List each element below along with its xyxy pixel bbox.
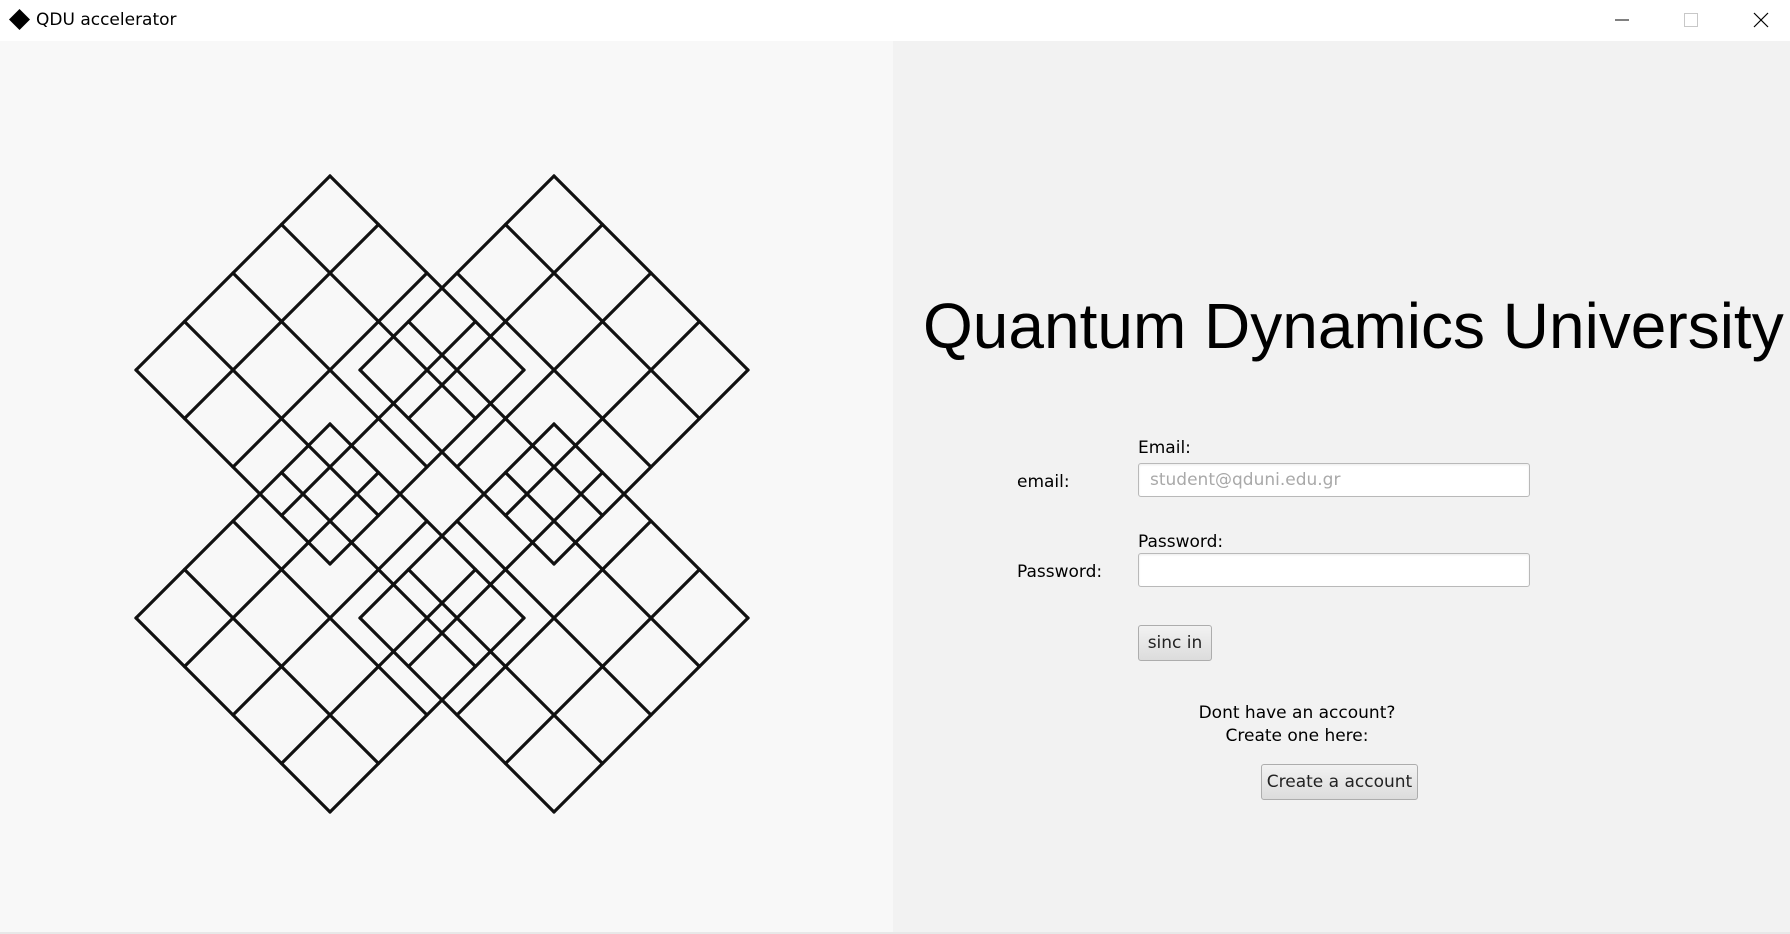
email-field-label: Email:: [1138, 438, 1191, 458]
university-heading: Quantum Dynamics University: [923, 290, 1784, 362]
lattice-grid-1: [134, 174, 526, 566]
email-input[interactable]: [1138, 463, 1530, 497]
password-field-label: Password:: [1138, 532, 1224, 552]
title-bar: QDU accelerator: [0, 0, 1790, 41]
no-account-line2: Create one here:: [1225, 726, 1369, 746]
password-input[interactable]: [1138, 553, 1530, 587]
signin-button[interactable]: sinc in: [1138, 625, 1212, 661]
login-panel: Quantum Dynamics University Email: email…: [893, 41, 1790, 932]
minimize-icon: [1615, 19, 1629, 21]
close-button[interactable]: [1726, 0, 1790, 40]
maximize-button[interactable]: [1656, 0, 1726, 40]
email-row-label: email:: [1017, 472, 1070, 492]
no-account-line1: Dont have an account?: [1198, 703, 1396, 723]
lattice-grid-2: [358, 174, 750, 566]
create-account-button[interactable]: Create a account: [1261, 764, 1418, 800]
password-row-label: Password:: [1017, 562, 1103, 582]
logo-panel: [0, 41, 893, 932]
window-title: QDU accelerator: [36, 10, 177, 30]
close-icon: [1753, 12, 1769, 28]
no-account-prompt: Dont have an account? Create one here:: [1167, 702, 1427, 748]
lattice-grid-3: [134, 422, 526, 814]
maximize-icon: [1684, 13, 1698, 27]
minimize-button[interactable]: [1587, 0, 1657, 40]
lattice-logo: [134, 174, 750, 814]
diamond-icon: [9, 9, 30, 30]
lattice-grid-4: [358, 422, 750, 814]
